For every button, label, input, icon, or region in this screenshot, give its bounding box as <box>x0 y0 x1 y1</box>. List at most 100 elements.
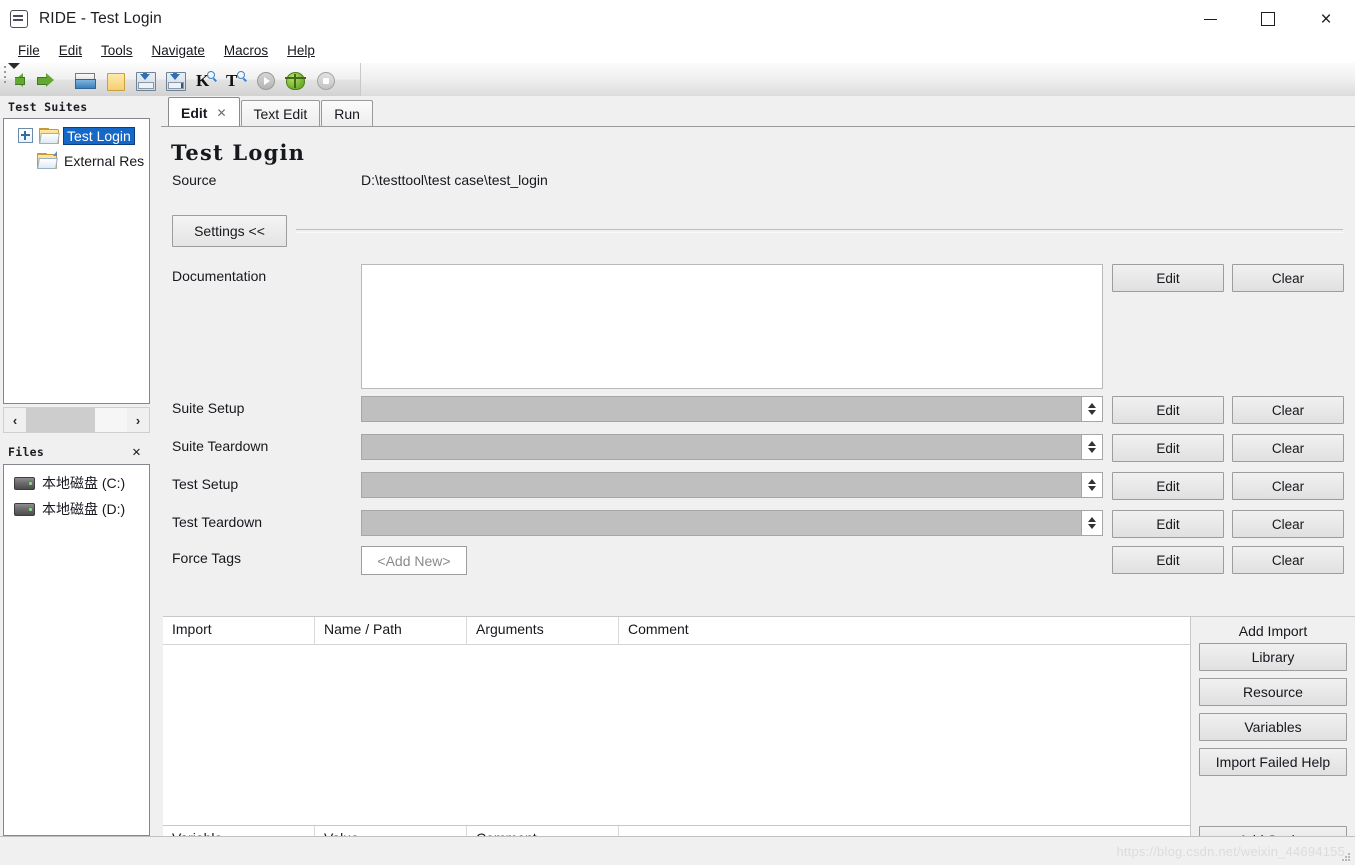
menu-navigate[interactable]: Navigate <box>144 41 216 61</box>
suite-setup-clear-button[interactable]: Clear <box>1232 396 1344 424</box>
minimize-button[interactable] <box>1181 0 1239 38</box>
suite-setup-combo[interactable] <box>361 396 1103 422</box>
tab-text-edit[interactable]: Text Edit <box>240 100 321 127</box>
open-folder-icon[interactable] <box>70 65 100 95</box>
test-setup-clear-button[interactable]: Clear <box>1232 472 1344 500</box>
suite-teardown-combo[interactable] <box>361 434 1103 460</box>
test-setup-combo[interactable] <box>361 472 1103 498</box>
settings-bar: Settings << <box>172 215 1355 247</box>
test-suites-header: Test Suites <box>0 96 153 118</box>
scrollbar-track[interactable] <box>26 408 127 432</box>
editor-content: Test Login Source D:\testtool\test case\… <box>161 126 1355 865</box>
menu-help[interactable]: Help <box>279 41 326 61</box>
back-arrow-icon[interactable] <box>10 65 40 95</box>
search-keyword-icon[interactable]: K <box>190 65 220 95</box>
force-tags-add-new-button[interactable]: <Add New> <box>361 546 467 575</box>
scroll-right-icon[interactable]: › <box>127 408 149 432</box>
documentation-clear-button[interactable]: Clear <box>1232 264 1344 292</box>
source-value: D:\testtool\test case\test_login <box>361 172 548 188</box>
chevron-down-icon[interactable] <box>1088 448 1096 453</box>
stop-icon[interactable] <box>310 65 340 95</box>
expand-icon[interactable] <box>18 128 33 143</box>
list-item[interactable]: 本地磁盘 (D:) <box>4 496 149 522</box>
field-force-tags: Force Tags <Add New> Edit Clear <box>172 546 1355 575</box>
chevron-up-icon[interactable] <box>1088 441 1096 446</box>
test-teardown-clear-button[interactable]: Clear <box>1232 510 1344 538</box>
run-icon[interactable] <box>250 65 280 95</box>
save-all-icon[interactable] <box>160 65 190 95</box>
maximize-button[interactable] <box>1239 0 1297 38</box>
new-folder-icon[interactable] <box>100 65 130 95</box>
toolbar-gripper[interactable] <box>0 63 10 96</box>
add-import-resource-button[interactable]: Resource <box>1199 678 1347 706</box>
tab-run[interactable]: Run <box>321 100 373 127</box>
close-button[interactable]: × <box>1297 0 1355 38</box>
tab-edit[interactable]: Edit ✕ <box>168 97 240 127</box>
import-failed-help-button[interactable]: Import Failed Help <box>1199 748 1347 776</box>
field-label: Documentation <box>172 268 267 284</box>
tab-close-icon[interactable]: ✕ <box>216 106 226 120</box>
menu-macros[interactable]: Macros <box>216 41 279 61</box>
resize-grip[interactable] <box>1342 853 1351 862</box>
tree-item-test-login[interactable]: Test Login <box>4 123 149 148</box>
debug-icon[interactable] <box>280 65 310 95</box>
suite-setup-input[interactable] <box>361 396 1081 422</box>
test-teardown-spinner[interactable] <box>1081 510 1103 536</box>
files-title: Files <box>8 445 45 459</box>
scrollbar-thumb[interactable] <box>26 408 95 432</box>
add-import-library-button[interactable]: Library <box>1199 643 1347 671</box>
test-setup-edit-button[interactable]: Edit <box>1112 472 1224 500</box>
tree-horizontal-scrollbar[interactable]: ‹ › <box>3 407 150 433</box>
suite-teardown-edit-button[interactable]: Edit <box>1112 434 1224 462</box>
import-grid[interactable]: Import Name / Path Arguments Comment <box>163 617 1190 825</box>
scroll-left-icon[interactable]: ‹ <box>4 408 26 432</box>
suite-teardown-spinner[interactable] <box>1081 434 1103 460</box>
settings-toggle-button[interactable]: Settings << <box>172 215 287 247</box>
documentation-input[interactable] <box>361 264 1103 389</box>
search-test-icon[interactable]: T <box>220 65 250 95</box>
status-strip <box>0 836 1355 865</box>
suite-teardown-clear-button[interactable]: Clear <box>1232 434 1344 462</box>
list-item[interactable]: 本地磁盘 (C:) <box>4 470 149 496</box>
column-header-comment[interactable]: Comment <box>619 617 1187 644</box>
save-icon[interactable] <box>130 65 160 95</box>
test-teardown-combo[interactable] <box>361 510 1103 536</box>
test-suites-tree[interactable]: Test Login External Res <box>3 118 150 404</box>
column-header-import[interactable]: Import <box>163 617 315 644</box>
field-label: Force Tags <box>172 550 241 566</box>
settings-divider <box>296 229 1343 233</box>
drive-icon <box>14 476 35 490</box>
files-close-icon[interactable]: ✕ <box>132 444 147 460</box>
test-setup-spinner[interactable] <box>1081 472 1103 498</box>
suite-setup-edit-button[interactable]: Edit <box>1112 396 1224 424</box>
suite-teardown-input[interactable] <box>361 434 1081 460</box>
force-tags-edit-button[interactable]: Edit <box>1112 546 1224 574</box>
files-header: Files ✕ <box>0 440 153 464</box>
chevron-up-icon[interactable] <box>1088 403 1096 408</box>
column-header-name-path[interactable]: Name / Path <box>315 617 467 644</box>
chevron-down-icon[interactable] <box>1088 410 1096 415</box>
suite-setup-spinner[interactable] <box>1081 396 1103 422</box>
files-list[interactable]: 本地磁盘 (C:) 本地磁盘 (D:) <box>3 464 150 836</box>
force-tags-clear-button[interactable]: Clear <box>1232 546 1344 574</box>
test-setup-input[interactable] <box>361 472 1081 498</box>
menu-file[interactable]: File <box>10 41 51 61</box>
documentation-edit-button[interactable]: Edit <box>1112 264 1224 292</box>
menu-edit[interactable]: Edit <box>51 41 93 61</box>
chevron-up-icon[interactable] <box>1088 517 1096 522</box>
menu-edit-label: Edit <box>58 42 83 58</box>
chevron-down-icon[interactable] <box>1088 486 1096 491</box>
import-grid-body[interactable] <box>163 645 1190 825</box>
add-import-variables-button[interactable]: Variables <box>1199 713 1347 741</box>
forward-arrow-icon[interactable] <box>37 65 70 95</box>
test-teardown-input[interactable] <box>361 510 1081 536</box>
test-teardown-edit-button[interactable]: Edit <box>1112 510 1224 538</box>
tab-edit-label: Edit <box>181 104 208 121</box>
chevron-down-icon[interactable] <box>1088 524 1096 529</box>
menu-tools[interactable]: Tools <box>93 41 144 61</box>
toolbar: K T <box>0 63 1355 97</box>
tree-item-external-resources[interactable]: External Res <box>4 148 149 173</box>
column-header-arguments[interactable]: Arguments <box>467 617 619 644</box>
menu-tools-label: Tools <box>101 42 133 58</box>
chevron-up-icon[interactable] <box>1088 479 1096 484</box>
